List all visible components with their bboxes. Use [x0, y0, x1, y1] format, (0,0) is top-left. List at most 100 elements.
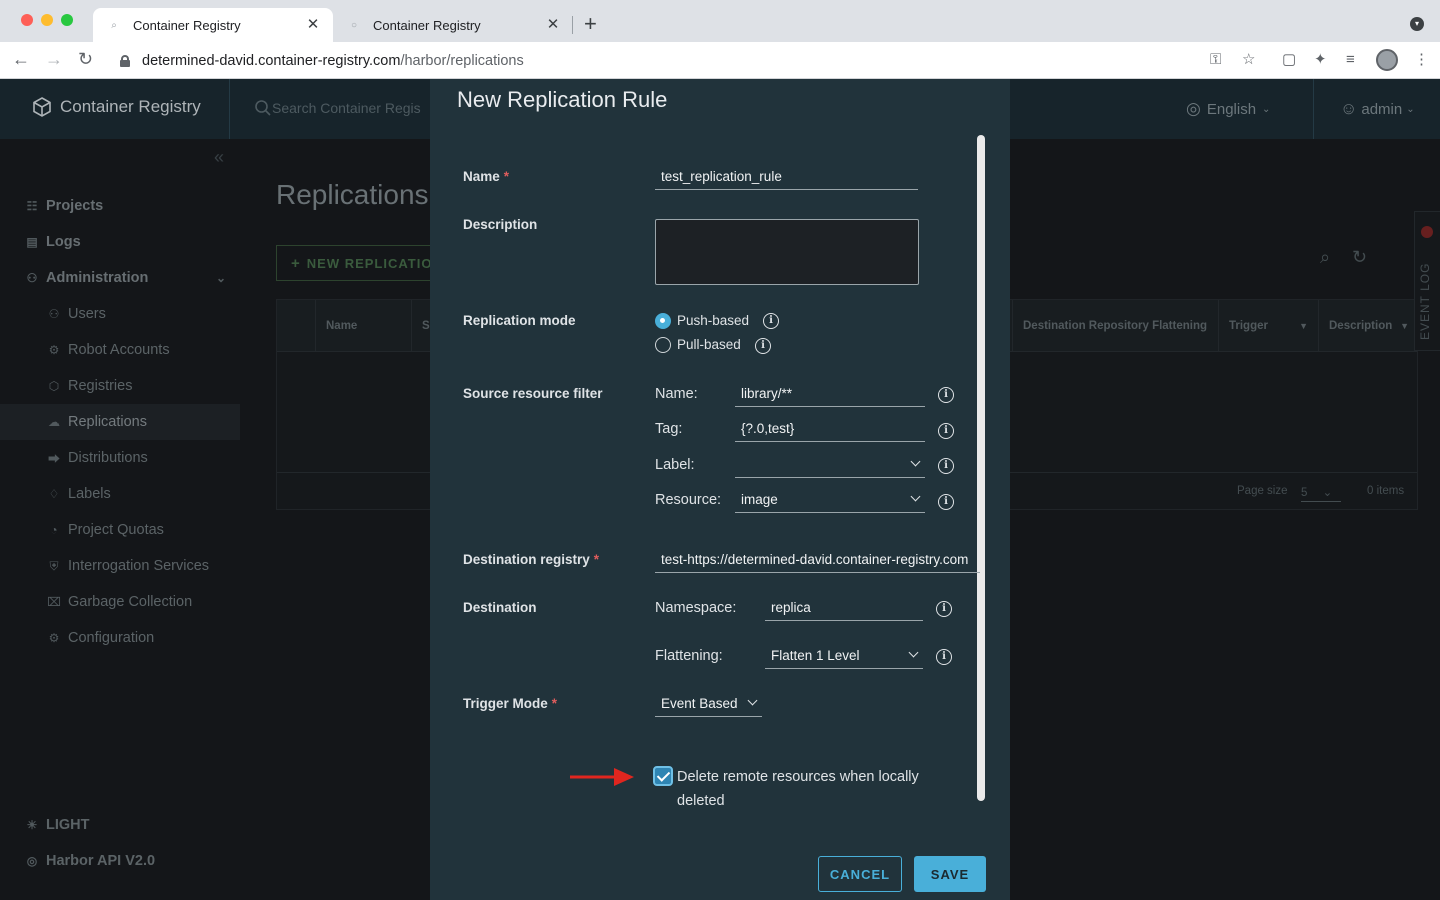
info-icon[interactable]: i: [755, 338, 771, 354]
tab-close-icon[interactable]: ✕: [305, 17, 321, 33]
extensions-puzzle-icon[interactable]: ✦: [1314, 51, 1327, 69]
annotation-arrow-icon: [570, 768, 634, 786]
filter-resource-select[interactable]: image: [735, 487, 925, 513]
user-menu[interactable]: ☺ admin ⌄: [1340, 99, 1415, 119]
new-tab-plus-icon[interactable]: +: [584, 13, 597, 35]
filter-resource-label: Resource:: [655, 492, 722, 508]
window-minimize-button[interactable]: [41, 14, 53, 26]
trigger-mode-label: Trigger Mode *: [463, 696, 557, 711]
trigger-mode-value: Event Based: [661, 696, 738, 711]
delete-remote-label[interactable]: Delete remote resources when locally del…: [677, 765, 957, 813]
language-selector[interactable]: ◎ English ⌄: [1186, 99, 1270, 119]
info-icon[interactable]: i: [938, 423, 954, 439]
screen-capture-icon[interactable]: ▢: [1282, 51, 1296, 69]
filter-tag-input[interactable]: {?.0,test}: [735, 416, 925, 442]
required-asterisk: *: [503, 169, 510, 184]
push-based-radio[interactable]: [655, 313, 671, 329]
address-bar-row: ← → ↻ determined-david.container-registr…: [0, 42, 1440, 79]
window-maximize-button[interactable]: [61, 14, 73, 26]
required-asterisk: *: [551, 696, 558, 711]
brand[interactable]: Container Registry: [32, 97, 201, 117]
trigger-mode-select[interactable]: Event Based: [655, 691, 762, 717]
kebab-menu-icon[interactable]: ⋮: [1414, 51, 1429, 69]
destination-registry-select[interactable]: test-https://determined-david.container-…: [655, 547, 980, 573]
search-icon: [255, 100, 271, 116]
modal-scrollbar[interactable]: [977, 135, 985, 801]
name-label-text: Name: [463, 169, 500, 184]
tab-separator: [572, 16, 573, 34]
chevron-down-icon: [747, 695, 758, 706]
browser-tab-inactive[interactable]: ○ Container Registry ✕: [333, 8, 573, 42]
forward-arrow-icon[interactable]: →: [45, 49, 63, 69]
browser-tab-active[interactable]: ⌕ Container Registry ✕: [93, 8, 333, 42]
tab-title: Container Registry: [373, 17, 481, 33]
description-label: Description: [463, 217, 538, 232]
tab-title: Container Registry: [133, 17, 241, 33]
key-icon[interactable]: ⚿: [1210, 51, 1221, 69]
delete-remote-checkbox[interactable]: [653, 766, 673, 786]
replication-mode-label: Replication mode: [463, 313, 576, 328]
push-based-label[interactable]: Push-based: [677, 313, 749, 328]
filter-tag-label: Tag:: [655, 421, 683, 437]
source-filter-label: Source resource filter: [463, 386, 603, 401]
tab-close-icon[interactable]: ✕: [545, 17, 561, 33]
cube-logo-icon: [33, 97, 51, 117]
namespace-input[interactable]: replica: [765, 595, 923, 621]
chevron-down-icon: ⌄: [1262, 103, 1271, 115]
flattening-select[interactable]: Flatten 1 Level: [765, 643, 923, 669]
pull-based-radio[interactable]: [655, 337, 671, 353]
bookmark-star-icon[interactable]: ☆: [1242, 51, 1255, 69]
lock-icon: [120, 54, 130, 67]
language-label: English: [1206, 100, 1257, 118]
info-icon[interactable]: i: [938, 494, 954, 510]
new-replication-rule-dialog: New Replication Rule Name * test_replicat…: [430, 79, 1010, 900]
info-icon[interactable]: i: [938, 387, 954, 403]
chevron-down-icon: [910, 456, 921, 467]
url-path: /harbor/replications: [400, 52, 524, 69]
back-arrow-icon[interactable]: ←: [12, 49, 30, 69]
destination-registry-label: Destination registry *: [463, 552, 599, 567]
filter-label-select[interactable]: [735, 452, 925, 478]
search-placeholder: Search Container Regis: [272, 100, 421, 116]
save-button[interactable]: SAVE: [914, 856, 986, 892]
destination-registry-label-text: Destination registry: [463, 552, 590, 567]
tab-search-chevron-icon[interactable]: ▾: [1410, 17, 1424, 31]
profile-avatar[interactable]: [1376, 49, 1398, 71]
pull-based-label[interactable]: Pull-based: [677, 337, 741, 352]
required-asterisk: *: [593, 552, 600, 567]
chevron-down-icon: [910, 491, 921, 502]
destination-label: Destination: [463, 600, 537, 615]
filter-name-input[interactable]: library/**: [735, 381, 925, 407]
app-root: Container Registry Search Container Regi…: [0, 79, 1440, 900]
header-divider: [1313, 79, 1314, 139]
brand-name: Container Registry: [60, 97, 201, 116]
info-icon[interactable]: i: [763, 313, 779, 329]
url-host: determined-david.container-registry.com: [142, 52, 401, 69]
tab-favicon-icon: ○: [350, 19, 358, 31]
info-icon[interactable]: i: [936, 601, 952, 617]
user-name: admin: [1361, 100, 1403, 118]
flattening-label: Flattening:: [655, 648, 723, 664]
description-textarea[interactable]: [655, 219, 919, 285]
window-close-button[interactable]: [21, 14, 33, 26]
modal-title: New Replication Rule: [457, 87, 668, 112]
reload-icon[interactable]: ↻: [78, 49, 93, 69]
flattening-value: Flatten 1 Level: [771, 648, 860, 663]
cancel-button[interactable]: CANCEL: [818, 856, 902, 892]
global-search-input[interactable]: Search Container Regis: [254, 99, 421, 117]
header-divider: [229, 79, 230, 139]
filter-name-label: Name:: [655, 386, 698, 402]
globe-icon: ◎: [1186, 99, 1201, 118]
name-input[interactable]: test_replication_rule: [655, 164, 918, 190]
info-icon[interactable]: i: [936, 649, 952, 665]
chevron-down-icon: ⌄: [1406, 103, 1415, 115]
trigger-mode-label-text: Trigger Mode: [463, 696, 548, 711]
url-omnibox[interactable]: determined-david.container-registry.com /…: [108, 46, 1268, 75]
chevron-down-icon: [908, 647, 919, 658]
filter-label-label: Label:: [655, 457, 695, 473]
name-label: Name *: [463, 169, 509, 184]
namespace-label: Namespace:: [655, 600, 737, 616]
user-icon: ☺: [1340, 99, 1358, 118]
media-queue-icon[interactable]: ≡: [1346, 51, 1355, 69]
info-icon[interactable]: i: [938, 458, 954, 474]
